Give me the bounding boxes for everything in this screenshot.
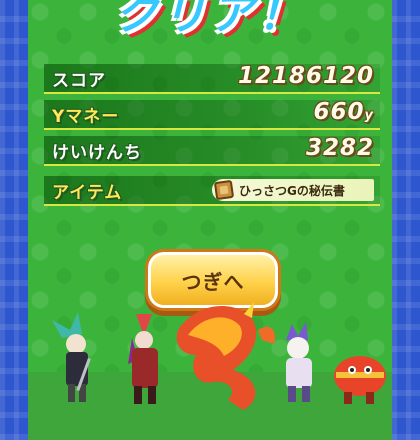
item-row: アイテム ひっさつGの秘伝書	[44, 176, 380, 206]
ymoney-value: 660y	[313, 99, 374, 125]
item-chip[interactable]: ひっさつGの秘伝書	[212, 179, 374, 201]
score-value: 12186120	[237, 63, 374, 89]
exp-label: けいけんち	[52, 143, 142, 163]
item-label: アイテム	[52, 183, 123, 203]
red-lantern-creature-sprite	[334, 356, 386, 404]
green-haired-swordsman-sprite	[52, 312, 91, 402]
scroll-icon	[213, 179, 235, 201]
red-armored-samurai-sprite	[128, 314, 158, 404]
exp-value: 3282	[305, 135, 374, 161]
score-label: スコア	[52, 71, 106, 91]
right-pattern-border	[392, 0, 420, 440]
ymoney-unit: y	[364, 108, 374, 123]
ymoney-label: Yマネー	[52, 107, 120, 127]
clear-title: クリア！	[114, 0, 306, 40]
ymoney-row: Yマネー 660y	[44, 99, 380, 130]
exp-row: けいけんち 3282	[44, 135, 380, 166]
score-row: スコア 12186120	[44, 63, 380, 94]
result-panel: クリア！ スコア 12186120 Yマネー 660y けいけんち 3282 ア…	[28, 0, 392, 440]
item-name: ひっさつGの秘伝書	[239, 183, 345, 198]
next-button-label: つぎへ	[181, 269, 245, 294]
fire-dragon-sprite	[176, 302, 276, 410]
purple-haired-fighter-sprite	[286, 322, 312, 402]
characters-group	[52, 302, 386, 410]
left-pattern-border	[0, 0, 28, 440]
